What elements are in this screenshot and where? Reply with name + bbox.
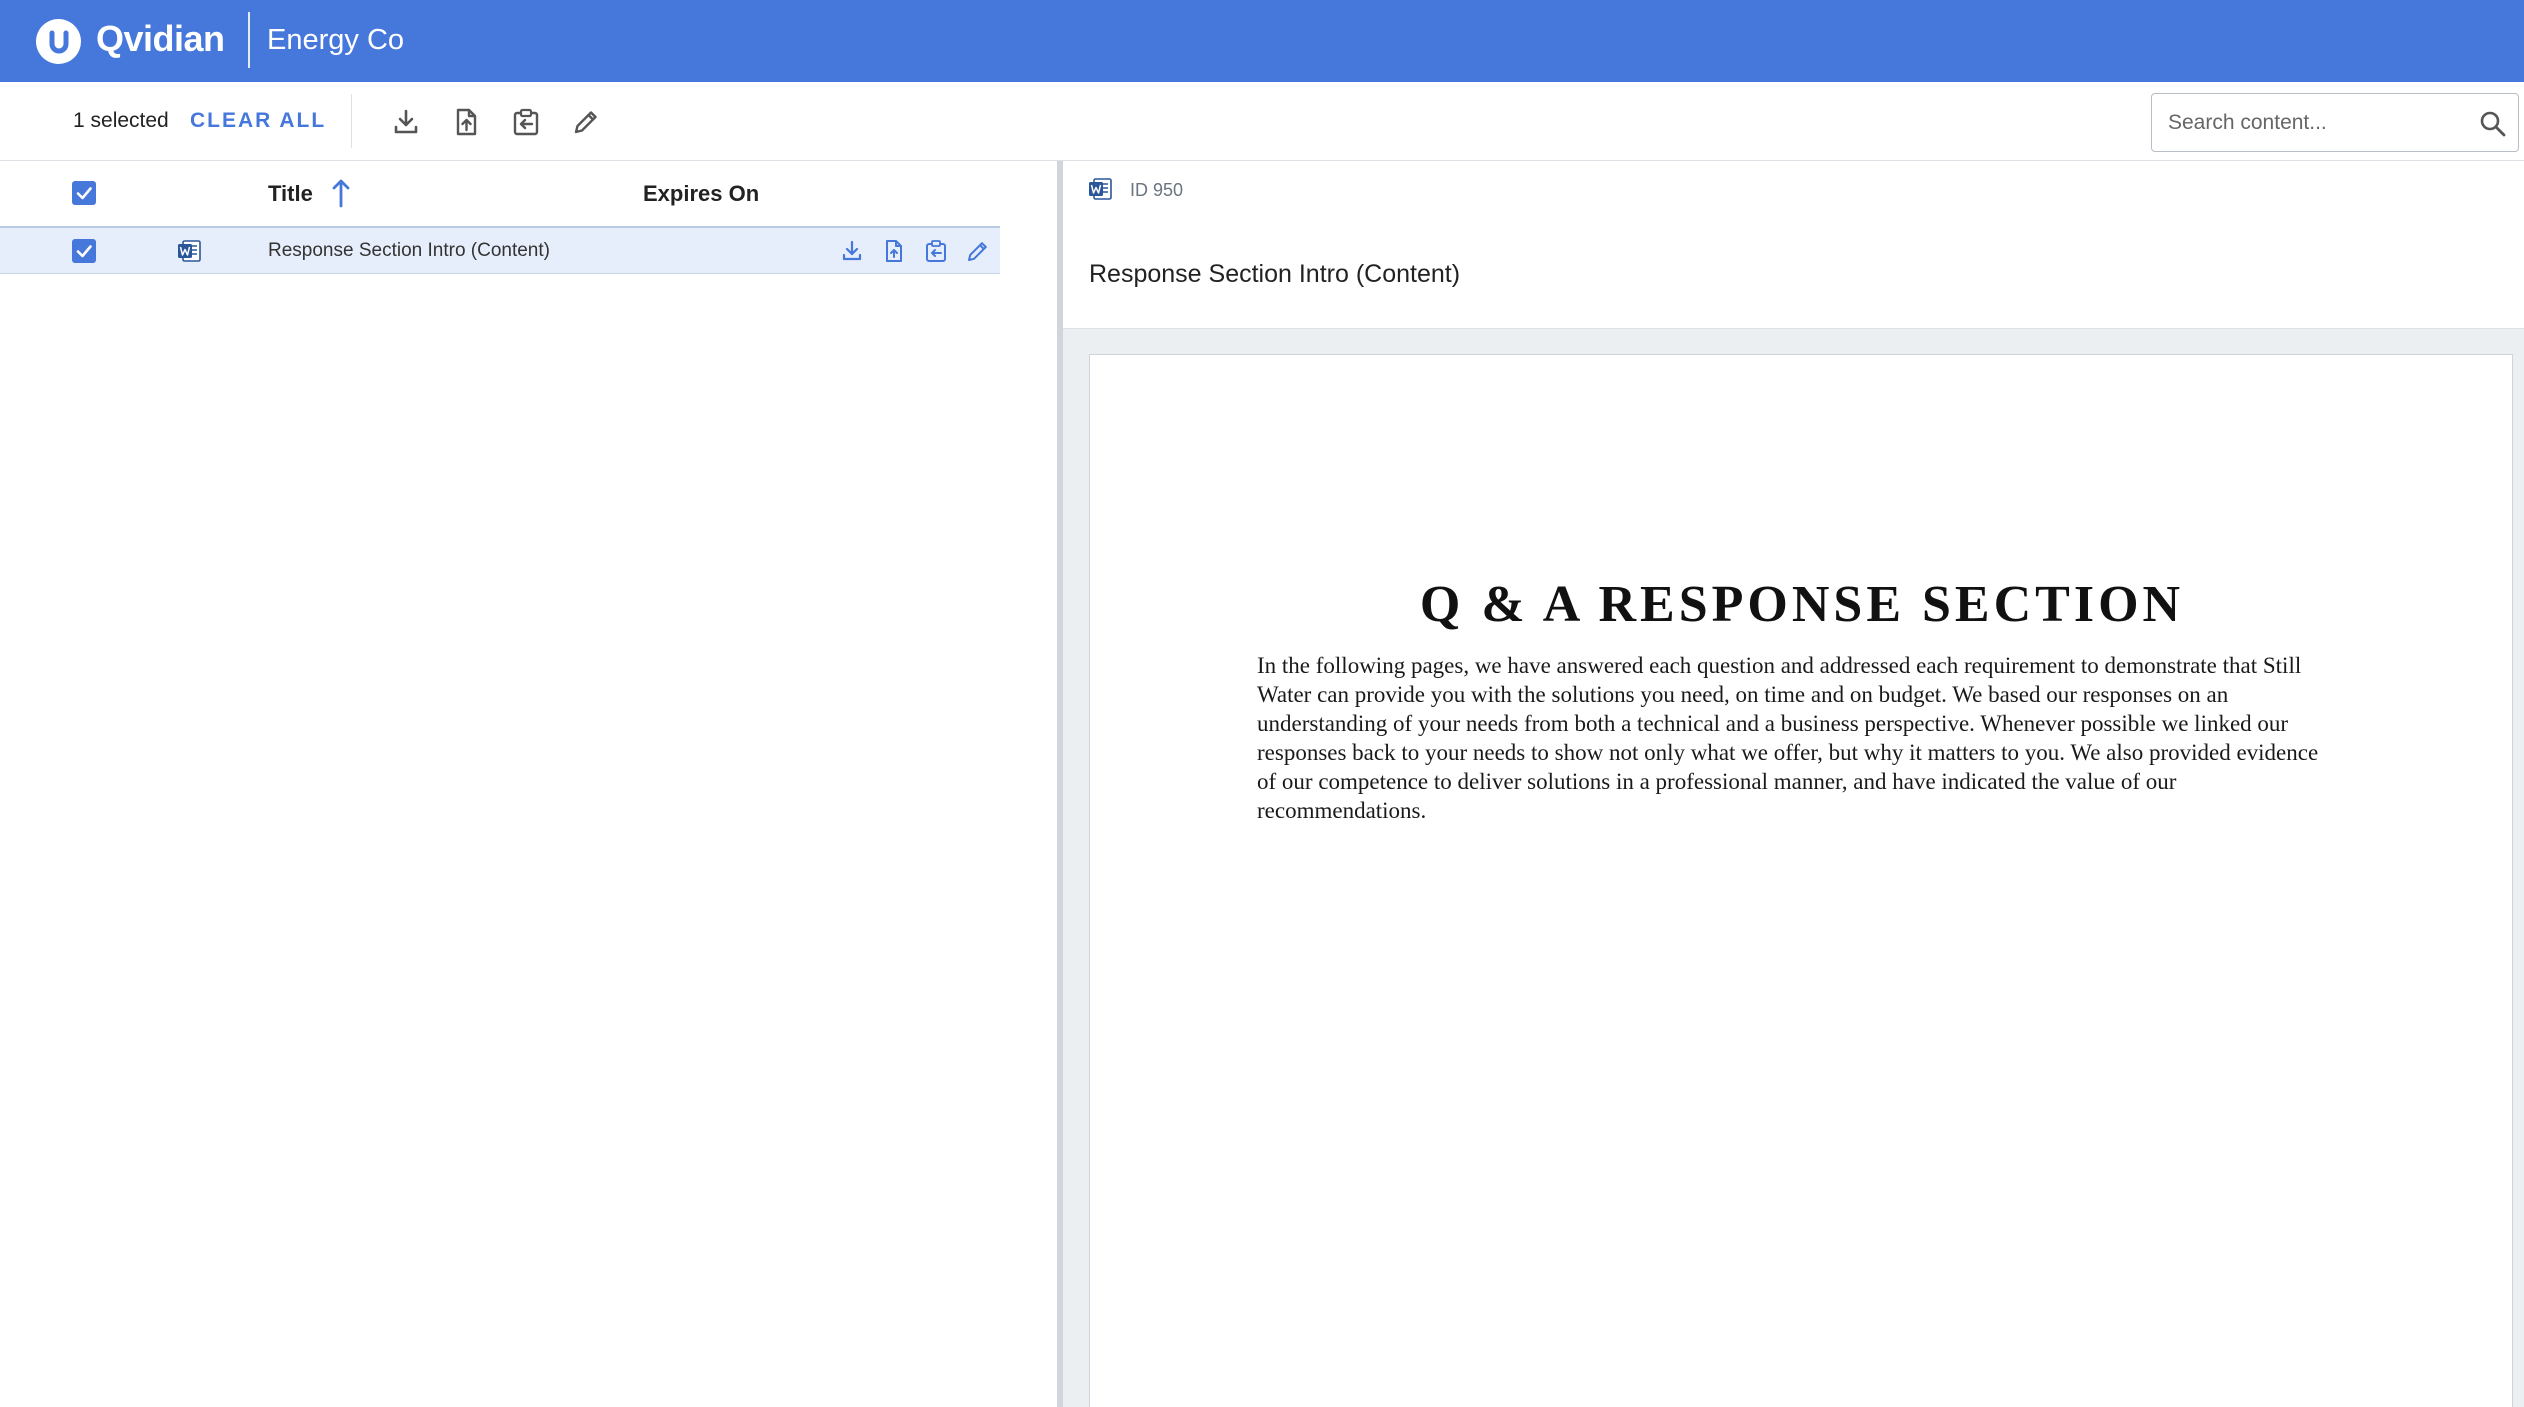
- download-icon[interactable]: [390, 106, 422, 138]
- table-row[interactable]: Response Section Intro (Content): [0, 226, 1000, 274]
- clear-all-button[interactable]: CLEAR ALL: [190, 109, 326, 133]
- download-icon[interactable]: [840, 239, 864, 263]
- toolbar-divider: [351, 94, 352, 148]
- app-header: Qvidian Energy Co: [0, 0, 2524, 82]
- list-column-header: Title Expires On: [0, 161, 1000, 225]
- preview-header: ID 950 Response Section Intro (Content): [1063, 161, 2524, 329]
- search-input[interactable]: [2168, 106, 2468, 140]
- edit-icon[interactable]: [570, 106, 602, 138]
- column-expires-header[interactable]: Expires On: [643, 181, 759, 207]
- brand-name[interactable]: Qvidian: [96, 18, 225, 60]
- document-heading: Q & A RESPONSE SECTION: [1419, 576, 2185, 633]
- select-all-checkbox[interactable]: [72, 181, 96, 205]
- selection-toolbar: 1 selected CLEAR ALL: [0, 82, 2524, 161]
- row-title[interactable]: Response Section Intro (Content): [268, 240, 550, 262]
- row-checkbox[interactable]: [72, 239, 96, 263]
- checkmark-icon: [76, 187, 92, 200]
- word-doc-icon: [178, 240, 201, 262]
- insert-icon[interactable]: [510, 106, 542, 138]
- organization-name: Energy Co: [267, 24, 405, 56]
- checkmark-icon: [76, 245, 92, 258]
- preview-title: Response Section Intro (Content): [1089, 260, 1461, 288]
- content-list-pane: Title Expires On Response Section Intro …: [0, 161, 1057, 1407]
- column-title-header[interactable]: Title: [268, 181, 313, 207]
- document-page: Q & A RESPONSE SECTION In the following …: [1089, 354, 2513, 1407]
- upload-file-icon[interactable]: [882, 239, 906, 263]
- header-divider: [248, 12, 250, 68]
- qvidian-logo-icon[interactable]: [36, 19, 81, 64]
- word-doc-icon: [1089, 178, 1112, 200]
- search-box: [2151, 93, 2519, 152]
- search-icon[interactable]: [2478, 109, 2508, 139]
- preview-pane: ID 950 Response Section Intro (Content) …: [1063, 161, 2524, 1407]
- upload-file-icon[interactable]: [450, 106, 482, 138]
- insert-icon[interactable]: [924, 239, 948, 263]
- document-id: ID 950: [1130, 180, 1184, 200]
- document-body: In the following pages, we have answered…: [1257, 653, 2319, 823]
- sort-ascending-icon[interactable]: [330, 177, 352, 209]
- edit-icon[interactable]: [966, 239, 990, 263]
- selected-count: 1 selected: [73, 109, 169, 132]
